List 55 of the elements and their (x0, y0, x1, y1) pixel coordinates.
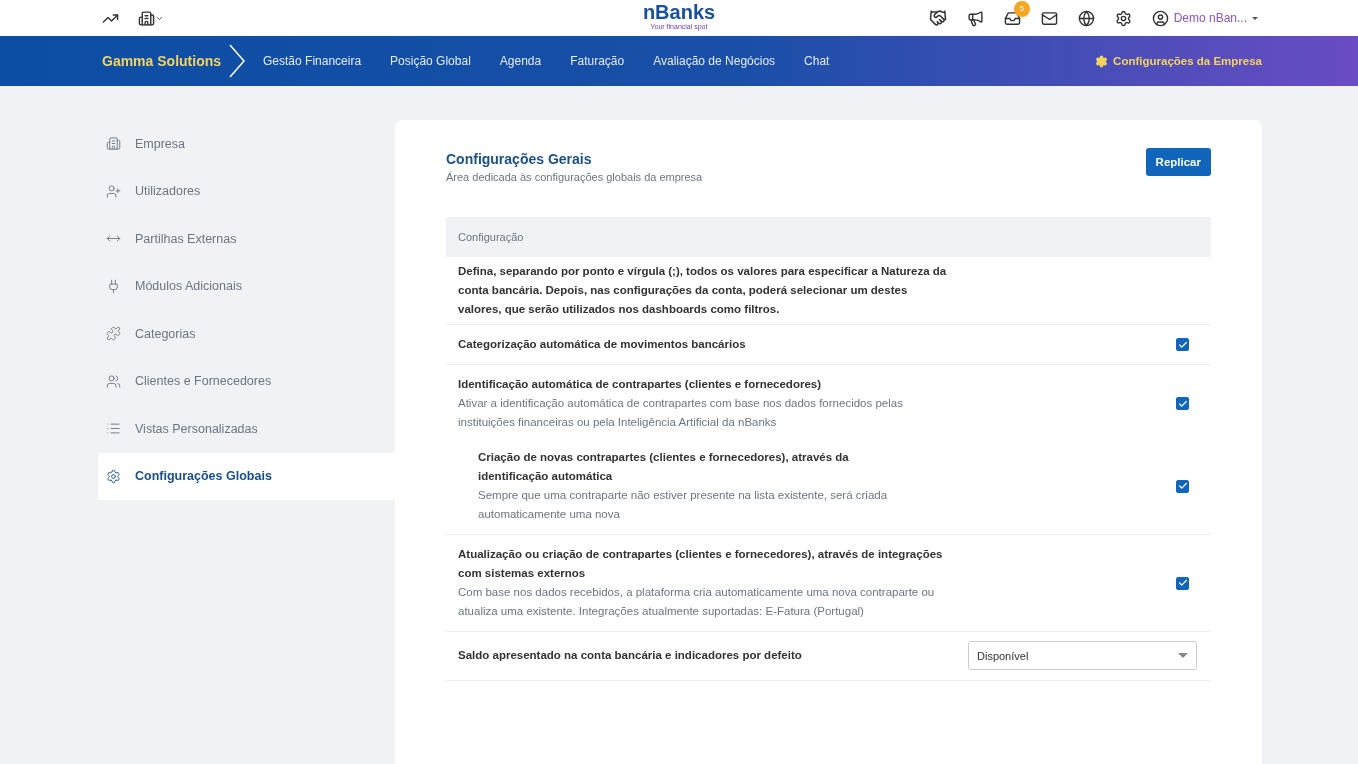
nav-link[interactable]: Posição Global (390, 54, 471, 68)
sidebar-item[interactable]: Vistas Personalizadas (98, 405, 395, 453)
nav-link[interactable]: Faturação (570, 54, 625, 68)
inbox-icon[interactable] (1003, 9, 1021, 27)
setting-description: Sempre que uma contraparte não estiver presente na lista existente, será criada automaticamente uma nova (478, 488, 889, 522)
setting-description: Ativar a identificação automática de contrapartes com base nos dados fornecidos pelas instituições financeiras ou pela Inteligência Artificial da nBanks (458, 396, 904, 430)
setting-title: Criação de novas contrapartes (clientes e fornecedores), através da identificação automática (478, 450, 850, 484)
sidebar-item[interactable]: Utilizadores (98, 167, 395, 215)
gear-icon (1095, 54, 1109, 68)
nav-link[interactable]: Chat (804, 54, 830, 68)
caret-icon (1178, 653, 1188, 658)
sidebar-item[interactable]: Configurações Globais (98, 452, 395, 500)
setting-title: Atualização ou criação de contrapartes (clientes e fornecedores), através de integrações com sistemas externos (458, 547, 944, 581)
checkbox[interactable] (1176, 479, 1189, 493)
checkbox[interactable] (1176, 338, 1189, 351)
plug-icon (106, 278, 121, 294)
nav-link[interactable]: Avaliação de Negócios (653, 54, 776, 68)
checkbox[interactable] (1176, 397, 1189, 410)
setting-title: Saldo apresentado na conta bancária e indicadores por defeito (458, 648, 803, 663)
list-icon (106, 421, 121, 437)
settings-icon (106, 468, 121, 484)
settings-icon[interactable] (1114, 9, 1132, 27)
logo[interactable]: nBanks (642, 1, 716, 23)
replicate-button[interactable]: Replicar (1145, 148, 1211, 176)
setting-title: Identificação automática de contrapartes (clientes e fornecedores) (458, 377, 822, 392)
setting-title: Defina, separando por ponto e vírgula (;), todos os valores para especificar a Natureza da conta bancária. Depois, nas configurações da conta, poderá selecionar um destes valores, que serão utilizados nos dashboards como filtros. (458, 264, 948, 317)
user-icon (1151, 9, 1169, 27)
sidebar-item[interactable]: Clientes e Fornecedores (98, 357, 395, 405)
handshake-icon[interactable] (928, 9, 947, 27)
sidebar-item[interactable]: Empresa (98, 120, 395, 168)
mail-icon[interactable] (1040, 9, 1058, 27)
dropdown[interactable]: Disponível (968, 641, 1197, 670)
panel-title: Configurações Gerais (446, 151, 593, 167)
company-settings-link[interactable]: Configurações da Empresa (1095, 54, 1262, 68)
megaphone-icon[interactable] (966, 9, 984, 27)
nav-link[interactable]: Gestão Financeira (263, 54, 362, 68)
notification-badge: 5 (1013, 0, 1030, 17)
puzzle-icon (106, 326, 121, 342)
globe-icon[interactable] (1077, 9, 1095, 27)
nav-link[interactable]: Agenda (499, 54, 542, 68)
company-name[interactable]: Gamma Solutions (102, 53, 222, 69)
sidebar-item[interactable]: Partilhas Externas (98, 215, 395, 263)
chevron-icon (227, 43, 248, 79)
setting-description: Com base nos dados recebidos, a plataforma cria automaticamente uma nova contraparte ou atualiza uma existente. Integrações atualmente suportadas: E-Fatura (Portugal) (458, 585, 936, 619)
checkbox[interactable] (1176, 576, 1189, 590)
sidebar-item[interactable]: Categorias (98, 310, 395, 358)
people-icon (106, 373, 121, 389)
building-icon (106, 136, 121, 152)
panel-subtitle: Área dedicada às configurações globais da empresa (446, 171, 703, 183)
user-plus-icon (106, 183, 121, 199)
user-menu[interactable]: Demo nBan... (1151, 9, 1258, 27)
building-dropdown-icon[interactable] (138, 9, 164, 27)
sidebar-item[interactable]: Módulos Adicionais (98, 262, 395, 310)
table-header: Configuração (446, 217, 1211, 257)
setting-title: Categorização automática de movimentos bancários (458, 337, 747, 352)
